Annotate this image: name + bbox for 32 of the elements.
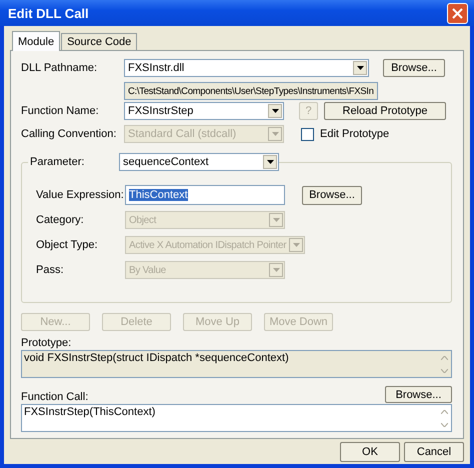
field-label: Prototype: [21, 337, 72, 349]
window-title: Edit DLL Call [8, 6, 89, 20]
field-label: Category: [36, 214, 85, 226]
function-name-dropdown[interactable]: FXSInstrStep [124, 102, 284, 120]
field-label: Pass: [36, 264, 65, 276]
close-button[interactable] [447, 2, 468, 24]
browse-button[interactable]: Browse... [302, 186, 362, 204]
tab[interactable]: Source Code [61, 33, 138, 50]
field-label: Function Name: [21, 105, 100, 117]
path-field: C:\TestStand\Components\User\StepTypes\Instruments\FXSIn [124, 82, 378, 100]
field-label: Value Expression: [36, 189, 125, 201]
field-label: DLL Pathname: [21, 62, 98, 74]
prototype-text-area[interactable]: void FXSInstrStep(struct IDispatch *sequenceContext) [21, 350, 452, 378]
browse-button[interactable]: Browse... [385, 386, 452, 403]
scroll-down-icon[interactable] [440, 368, 448, 372]
close-icon [452, 8, 463, 18]
dll-pathname-dropdown[interactable]: FXSInstr.dll [124, 59, 369, 77]
group-label: Parameter: [28, 156, 119, 168]
reload-prototype-button[interactable]: Reload Prototype [324, 102, 446, 120]
field-label: Calling Convention: [21, 128, 118, 140]
field-label: Function Call: [21, 391, 88, 403]
dialog-button[interactable]: OK [340, 442, 400, 462]
scroll-up-icon[interactable] [440, 356, 448, 360]
field-label: Object Type: [36, 239, 99, 251]
browse-button[interactable]: Browse... [383, 59, 445, 77]
scroll-up-icon[interactable] [440, 410, 448, 414]
dialog-button[interactable]: Cancel [404, 442, 464, 462]
scroll-down-icon[interactable] [440, 422, 448, 426]
function-call-text-area[interactable]: FXSInstrStep(ThisContext) [21, 404, 452, 432]
value-expression-field[interactable]: ThisContext [125, 185, 285, 205]
tab[interactable]: Module [12, 31, 60, 51]
parameter-dropdown[interactable]: sequenceContext [119, 153, 279, 171]
